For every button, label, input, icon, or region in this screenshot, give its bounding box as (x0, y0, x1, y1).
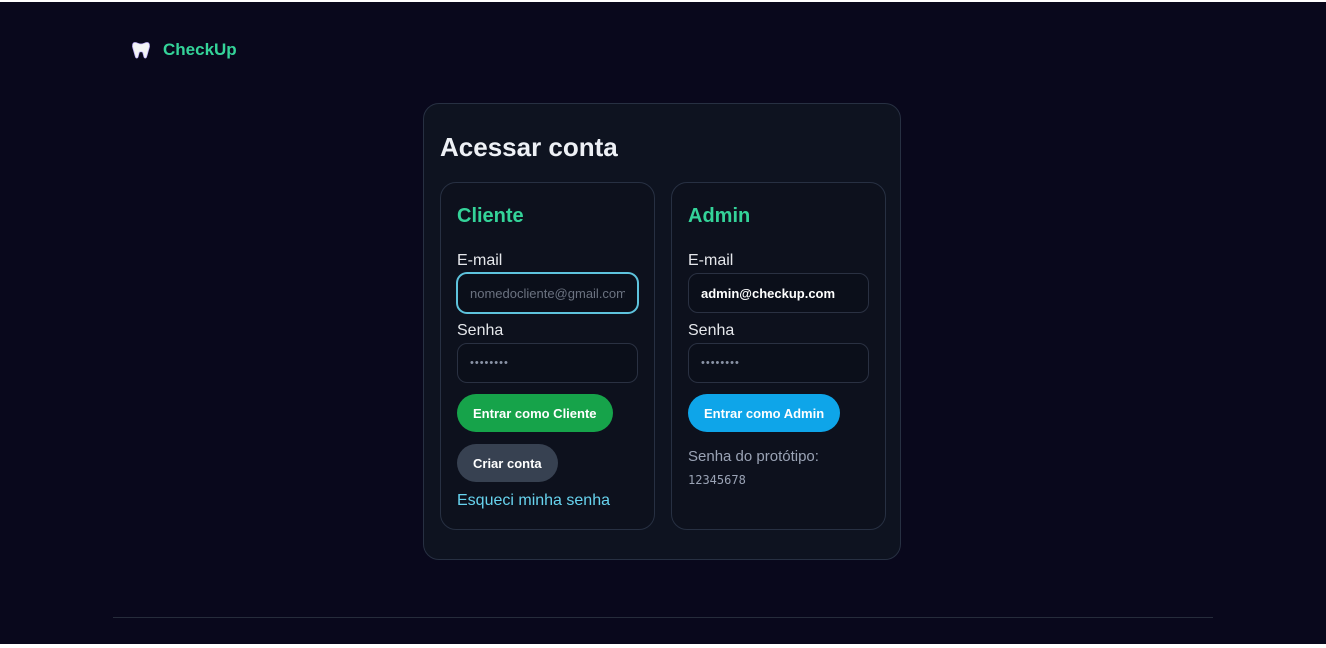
brand-logo[interactable]: CheckUp (131, 40, 237, 60)
admin-login-button[interactable]: Entrar como Admin (688, 394, 841, 432)
prototype-password-value: 12345678 (688, 473, 746, 487)
cliente-password-label: Senha (457, 322, 504, 339)
admin-email-input[interactable] (688, 273, 869, 313)
cliente-email-label: E-mail (457, 252, 503, 269)
admin-password-mask: •••••••• (701, 357, 740, 369)
create-account-button[interactable]: Criar conta (457, 444, 558, 482)
cliente-title: Cliente (457, 205, 524, 227)
cliente-panel: Cliente E-mail Senha •••••••• Entrar com… (440, 182, 655, 530)
admin-panel: Admin E-mail Senha •••••••• Entrar como … (671, 182, 886, 530)
admin-email-label: E-mail (688, 252, 734, 269)
page-background: CheckUp Acessar conta Cliente E-mail Sen… (0, 2, 1326, 644)
cliente-password-mask: •••••••• (470, 357, 509, 369)
tooth-icon (132, 42, 150, 59)
footer-divider (113, 617, 1213, 618)
prototype-password-label: Senha do protótipo: (688, 448, 819, 465)
cliente-login-button[interactable]: Entrar como Cliente (457, 394, 613, 432)
brand-name: CheckUp (163, 40, 237, 59)
login-card: Acessar conta Cliente E-mail Senha •••••… (423, 103, 901, 560)
forgot-password-link[interactable]: Esqueci minha senha (457, 492, 610, 510)
cliente-email-input[interactable] (457, 273, 638, 313)
admin-password-input[interactable]: •••••••• (688, 343, 869, 383)
admin-title: Admin (688, 205, 751, 227)
page-title: Acessar conta (440, 132, 618, 162)
admin-password-label: Senha (688, 322, 735, 339)
cliente-password-input[interactable]: •••••••• (457, 343, 638, 383)
